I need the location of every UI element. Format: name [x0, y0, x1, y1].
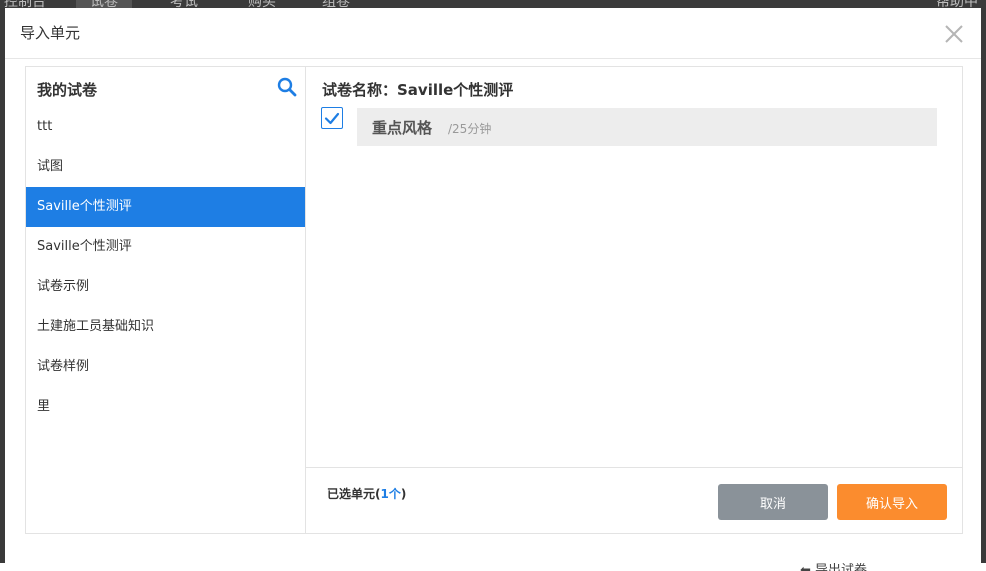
- paper-item[interactable]: Saville个性测评: [26, 227, 305, 267]
- search-icon: [277, 77, 297, 97]
- paper-item[interactable]: ttt: [26, 107, 305, 147]
- selected-count-prefix: 已选单元(: [327, 487, 381, 501]
- paper-item[interactable]: 里: [26, 387, 305, 427]
- background-app-topbar: 控制台 试卷 考试 购买 组卷 帮助中: [0, 0, 986, 8]
- background-tab: 购买: [248, 0, 276, 8]
- paper-list-panel: 我的试卷 ttt 试图 Saville个性测评 Saville个性测评 试卷示例…: [26, 67, 306, 533]
- background-tab: 控制台: [4, 0, 46, 8]
- search-button[interactable]: [277, 77, 297, 97]
- background-tab: 考试: [170, 0, 198, 8]
- background-help: 帮助中: [936, 0, 978, 8]
- dialog-header: 导入单元: [5, 8, 981, 59]
- paper-item-selected[interactable]: Saville个性测评: [26, 187, 305, 227]
- paper-item[interactable]: 土建施工员基础知识: [26, 307, 305, 347]
- checkmark-icon: [324, 112, 340, 125]
- unit-item[interactable]: 重点风格 /25分钟: [357, 108, 937, 146]
- confirm-import-button[interactable]: 确认导入: [837, 484, 947, 520]
- background-tab-active: 试卷: [76, 0, 132, 8]
- unit-duration: /25分钟: [448, 122, 492, 136]
- paper-list-title: 我的试卷: [37, 81, 98, 99]
- background-export-link: ⬅ 导出试卷: [800, 563, 868, 571]
- paper-list: ttt 试图 Saville个性测评 Saville个性测评 试卷示例 土建施工…: [26, 107, 305, 427]
- paper-item[interactable]: 试卷示例: [26, 267, 305, 307]
- close-button[interactable]: [942, 22, 966, 46]
- paper-list-header: 我的试卷: [26, 67, 305, 107]
- unit-name: 重点风格: [372, 119, 433, 137]
- background-tab: 组卷: [322, 0, 350, 8]
- dialog-footer: 已选单元(1个) 取消 确认导入: [306, 467, 962, 533]
- dialog-body: 我的试卷 ttt 试图 Saville个性测评 Saville个性测评 试卷示例…: [25, 66, 963, 534]
- selected-count-suffix: ): [400, 487, 407, 501]
- paper-item[interactable]: 试卷样例: [26, 347, 305, 387]
- selected-unit-count: 已选单元(1个): [327, 485, 406, 502]
- selected-count-number: 1个: [380, 487, 401, 501]
- close-icon: [945, 25, 963, 43]
- cancel-button[interactable]: 取消: [718, 484, 828, 520]
- background-app-bottom: ⬅ 导出试卷: [0, 563, 986, 571]
- import-unit-dialog: 导入单元 我的试卷 ttt 试图 Saville个性测评 Saville个性测评…: [5, 8, 981, 563]
- selected-paper-name: 试卷名称：Saville个性测评: [322, 81, 514, 99]
- dialog-title: 导入单元: [20, 24, 81, 42]
- paper-item[interactable]: 试图: [26, 147, 305, 187]
- unit-checkbox[interactable]: [321, 107, 343, 129]
- unit-panel: 试卷名称：Saville个性测评 重点风格 /25分钟 已选单元(1个) 取消 …: [306, 67, 962, 533]
